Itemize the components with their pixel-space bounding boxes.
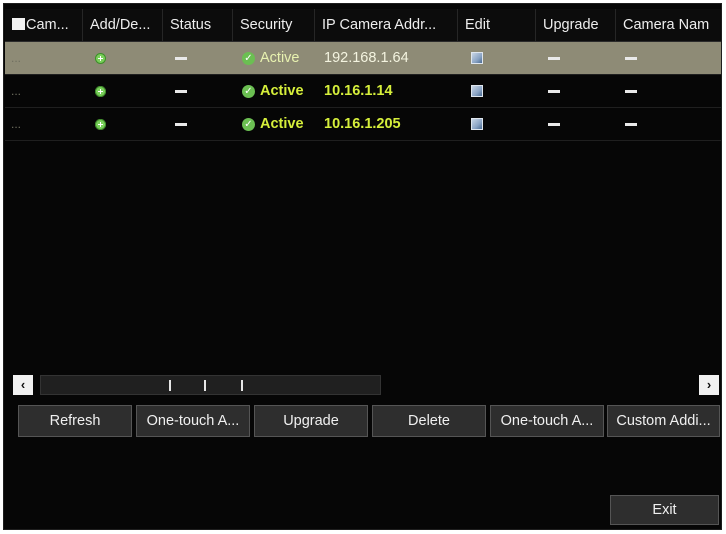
- add-cell: [83, 42, 163, 74]
- grip-line: [241, 380, 243, 391]
- header-upgrade[interactable]: Upgrade: [536, 9, 616, 41]
- header-status[interactable]: Status: [163, 9, 233, 41]
- upgrade-cell: [536, 108, 616, 140]
- header-add-delete[interactable]: Add/De...: [83, 9, 163, 41]
- one-touch-adding-button[interactable]: One-touch A...: [490, 405, 604, 437]
- edit-icon[interactable]: [471, 118, 483, 130]
- camera-name-cell: [616, 42, 721, 74]
- security-cell: ✓ Active: [233, 42, 315, 74]
- add-cell: [83, 75, 163, 107]
- table-header: Cam... Add/De... Status Security IP Came…: [5, 9, 721, 42]
- dash-icon: [175, 123, 187, 126]
- upgrade-button[interactable]: Upgrade: [254, 405, 368, 437]
- table-row[interactable]: ... ✓ Active 10.16.1.14: [5, 75, 721, 108]
- dash-icon: [175, 57, 187, 60]
- security-status: Active: [260, 83, 304, 99]
- scroll-left-arrow-icon[interactable]: ‹: [13, 375, 33, 395]
- edit-cell: [458, 108, 536, 140]
- camera-cell: ...: [11, 117, 22, 131]
- camera-list: ... ✓ Active 192.168.1.64 ... ✓ Active 10.…: [5, 42, 721, 141]
- header-edit[interactable]: Edit: [458, 9, 536, 41]
- edit-cell: [458, 42, 536, 74]
- edit-icon[interactable]: [471, 52, 483, 64]
- header-ip-address[interactable]: IP Camera Addr...: [315, 9, 458, 41]
- grip-line: [204, 380, 206, 391]
- status-cell: [163, 42, 233, 74]
- security-status: Active: [260, 116, 304, 132]
- select-all-checkbox[interactable]: [12, 18, 25, 30]
- dash-icon: [625, 90, 637, 93]
- check-icon: ✓: [242, 85, 255, 98]
- one-touch-activate-button[interactable]: One-touch A...: [136, 405, 250, 437]
- security-cell: ✓ Active: [233, 75, 315, 107]
- check-icon: ✓: [242, 52, 255, 65]
- status-cell: [163, 75, 233, 107]
- edit-icon[interactable]: [471, 85, 483, 97]
- dash-icon: [548, 57, 560, 60]
- upgrade-cell: [536, 75, 616, 107]
- grip-line: [169, 380, 171, 391]
- camera-cell: ...: [11, 84, 22, 98]
- security-status: Active: [260, 50, 300, 66]
- add-icon[interactable]: [95, 119, 106, 130]
- dash-icon: [548, 123, 560, 126]
- status-cell: [163, 108, 233, 140]
- check-icon: ✓: [242, 118, 255, 131]
- scroll-right-arrow-icon[interactable]: ›: [699, 375, 719, 395]
- delete-button[interactable]: Delete: [372, 405, 486, 437]
- header-camera-name[interactable]: Camera Nam: [616, 9, 721, 41]
- upgrade-cell: [536, 42, 616, 74]
- refresh-button[interactable]: Refresh: [18, 405, 132, 437]
- dash-icon: [175, 90, 187, 93]
- table-row[interactable]: ... ✓ Active 192.168.1.64: [5, 42, 721, 75]
- camera-name-cell: [616, 108, 721, 140]
- table-row[interactable]: ... ✓ Active 10.16.1.205: [5, 108, 721, 141]
- exit-button[interactable]: Exit: [610, 495, 719, 525]
- ip-address: 192.168.1.64: [324, 50, 409, 66]
- edit-cell: [458, 75, 536, 107]
- camera-cell: ...: [11, 51, 22, 65]
- add-cell: [83, 108, 163, 140]
- camera-name-cell: [616, 75, 721, 107]
- dash-icon: [625, 57, 637, 60]
- add-icon[interactable]: [95, 86, 106, 97]
- header-camera[interactable]: Cam...: [5, 9, 83, 41]
- dash-icon: [548, 90, 560, 93]
- horizontal-scrollbar[interactable]: ‹ ›: [13, 375, 719, 396]
- custom-adding-button[interactable]: Custom Addi...: [607, 405, 720, 437]
- scrollbar-thumb[interactable]: [40, 375, 381, 395]
- ip-address: 10.16.1.14: [324, 83, 393, 99]
- header-security[interactable]: Security: [233, 9, 315, 41]
- security-cell: ✓ Active: [233, 108, 315, 140]
- ip-address: 10.16.1.205: [324, 116, 401, 132]
- add-icon[interactable]: [95, 53, 106, 64]
- dash-icon: [625, 123, 637, 126]
